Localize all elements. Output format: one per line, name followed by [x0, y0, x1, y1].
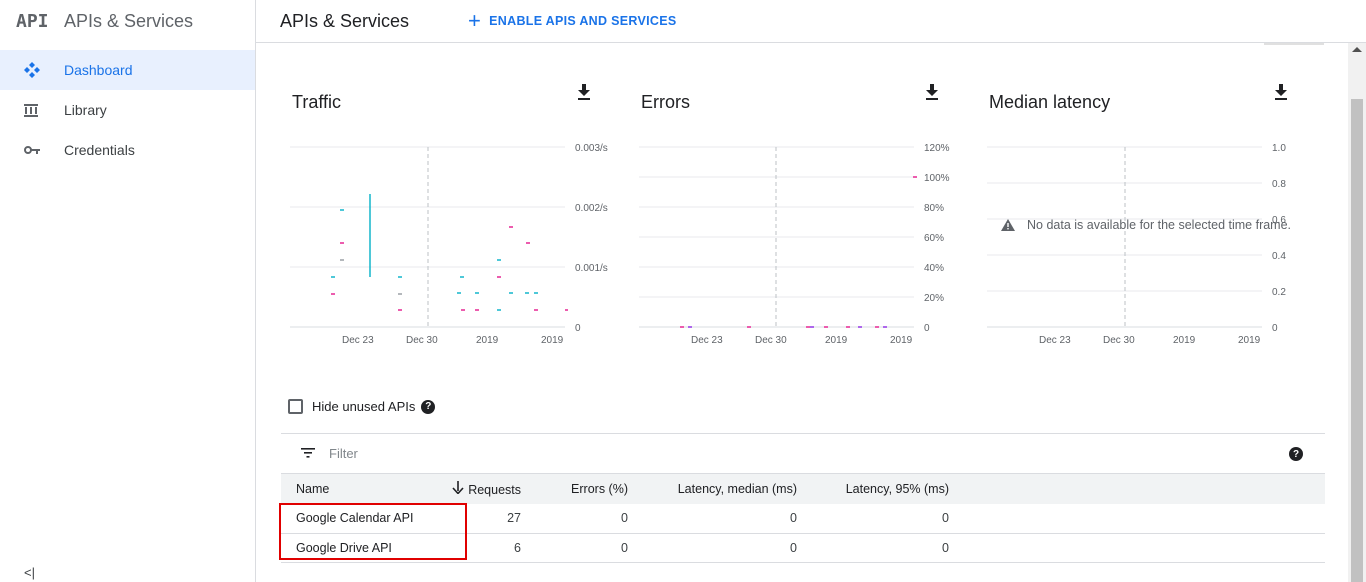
page-header: APIs & Services + ENABLE APIS AND SERVIC…	[256, 0, 1366, 43]
page-title: APIs & Services	[280, 10, 410, 31]
y-tick-label: 0	[924, 323, 930, 334]
no-data-text: No data is available for the selected ti…	[1027, 218, 1292, 232]
y-tick-label: 0.003/s	[575, 143, 608, 154]
filter-input[interactable]	[329, 446, 629, 461]
api-name-link[interactable]: Google Drive API	[281, 533, 451, 563]
no-data-message: No data is available for the selected ti…	[1001, 218, 1291, 232]
column-header-latency-median[interactable]: Latency, median (ms)	[628, 474, 797, 504]
errors-cell: 0	[521, 504, 628, 534]
hide-unused-checkbox[interactable]	[288, 399, 303, 414]
enable-apis-label: ENABLE APIS AND SERVICES	[489, 14, 677, 28]
sidebar-item-credentials[interactable]: Credentials	[0, 130, 255, 170]
column-header-errors[interactable]: Errors (%)	[521, 474, 628, 504]
api-table-container: ? Name Requests Errors (%) Latency, medi…	[281, 433, 1325, 563]
warning-icon	[1001, 219, 1015, 231]
spacer-cell	[949, 504, 1325, 534]
x-tick-label: 2019	[890, 335, 913, 346]
x-tick-label: 2019	[825, 335, 848, 346]
api-name-link[interactable]: Google Calendar API	[281, 504, 451, 534]
median-latency-chart: Median latency 1.0 0.8 0.6 0.4 0.2 0 Dec…	[977, 78, 1307, 358]
y-tick-label: 0.001/s	[575, 263, 608, 274]
y-tick-label: 0	[575, 323, 581, 334]
sidebar-item-label: Library	[64, 102, 107, 118]
column-header-name[interactable]: Name	[281, 474, 451, 504]
api-table: Name Requests Errors (%) Latency, median…	[281, 474, 1325, 563]
x-tick-label: Dec 23	[691, 335, 723, 346]
x-tick-label: 2019	[1238, 335, 1261, 346]
api-logo: API	[16, 10, 49, 32]
spacer-cell	[949, 533, 1325, 563]
y-tick-label: 120%	[924, 143, 950, 154]
column-header-label: Requests	[468, 483, 521, 497]
sidebar-header: API APIs & Services	[0, 0, 255, 42]
filter-icon[interactable]	[301, 445, 315, 463]
enable-apis-button[interactable]: + ENABLE APIS AND SERVICES	[468, 10, 676, 32]
table-row[interactable]: Google Calendar API 27 0 0 0	[281, 504, 1325, 534]
y-tick-label: 0.4	[1272, 251, 1286, 262]
y-tick-label: 40%	[924, 263, 944, 274]
y-tick-label: 1.0	[1272, 143, 1286, 154]
column-header-latency-95[interactable]: Latency, 95% (ms)	[797, 474, 949, 504]
hide-unused-label: Hide unused APIs	[312, 399, 416, 414]
y-tick-label: 60%	[924, 233, 944, 244]
key-icon	[24, 145, 64, 155]
x-tick-label: Dec 23	[1039, 335, 1071, 346]
divider	[1264, 43, 1324, 45]
library-icon	[24, 103, 64, 117]
column-header-requests[interactable]: Requests	[451, 474, 521, 504]
y-tick-label: 0.8	[1272, 179, 1286, 190]
errors-cell: 0	[521, 533, 628, 563]
y-tick-label: 100%	[924, 173, 950, 184]
filter-bar: ?	[281, 433, 1325, 474]
help-icon[interactable]: ?	[1289, 447, 1303, 461]
y-tick-label: 80%	[924, 203, 944, 214]
latency-95-cell: 0	[797, 533, 949, 563]
x-tick-label: 2019	[541, 335, 564, 346]
x-tick-label: Dec 30	[755, 335, 787, 346]
traffic-chart: Traffic 0.003/s 0.002/s 0.001/s 0 Dec 23…	[280, 78, 610, 358]
column-header-spacer	[949, 474, 1325, 504]
scrollbar-thumb[interactable]	[1351, 99, 1363, 582]
x-tick-label: Dec 30	[406, 335, 438, 346]
y-tick-label: 0	[1272, 323, 1278, 334]
x-tick-label: Dec 23	[342, 335, 374, 346]
sort-descending-icon	[452, 481, 464, 497]
scroll-up-arrow-icon[interactable]	[1352, 47, 1362, 52]
errors-chart: Errors 120% 100% 80% 60% 40% 20% 0 Dec 2…	[629, 78, 959, 358]
sidebar-item-dashboard[interactable]: Dashboard	[0, 50, 255, 90]
sidebar-item-label: Dashboard	[64, 62, 133, 78]
sidebar-item-library[interactable]: Library	[0, 90, 255, 130]
requests-cell: 6	[451, 533, 521, 563]
traffic-plot: 0.003/s 0.002/s 0.001/s 0 Dec 23 Dec 30 …	[290, 143, 608, 346]
sidebar-nav: Dashboard Library Credentials	[0, 50, 255, 170]
y-tick-label: 20%	[924, 293, 944, 304]
latency-median-cell: 0	[628, 504, 797, 534]
sidebar-item-label: Credentials	[64, 142, 135, 158]
table-row[interactable]: Google Drive API 6 0 0 0	[281, 533, 1325, 563]
x-tick-label: 2019	[476, 335, 499, 346]
plus-icon: +	[468, 8, 482, 33]
collapse-sidebar-button[interactable]: <|	[24, 565, 35, 580]
requests-cell: 27	[451, 504, 521, 534]
y-tick-label: 0.2	[1272, 287, 1286, 298]
hide-unused-apis: Hide unused APIs ?	[288, 399, 436, 414]
errors-plot: 120% 100% 80% 60% 40% 20% 0 Dec 23 Dec 3…	[639, 143, 950, 346]
sidebar-title: APIs & Services	[64, 10, 194, 31]
sidebar: API APIs & Services Dashboard Library Cr…	[0, 0, 256, 582]
x-tick-label: Dec 30	[1103, 335, 1135, 346]
table-header-row: Name Requests Errors (%) Latency, median…	[281, 474, 1325, 504]
y-tick-label: 0.002/s	[575, 203, 608, 214]
x-tick-label: 2019	[1173, 335, 1196, 346]
scrollbar[interactable]	[1348, 43, 1366, 582]
help-icon[interactable]: ?	[421, 399, 436, 414]
latency-median-cell: 0	[628, 533, 797, 563]
dashboard-icon	[24, 62, 64, 78]
latency-95-cell: 0	[797, 504, 949, 534]
